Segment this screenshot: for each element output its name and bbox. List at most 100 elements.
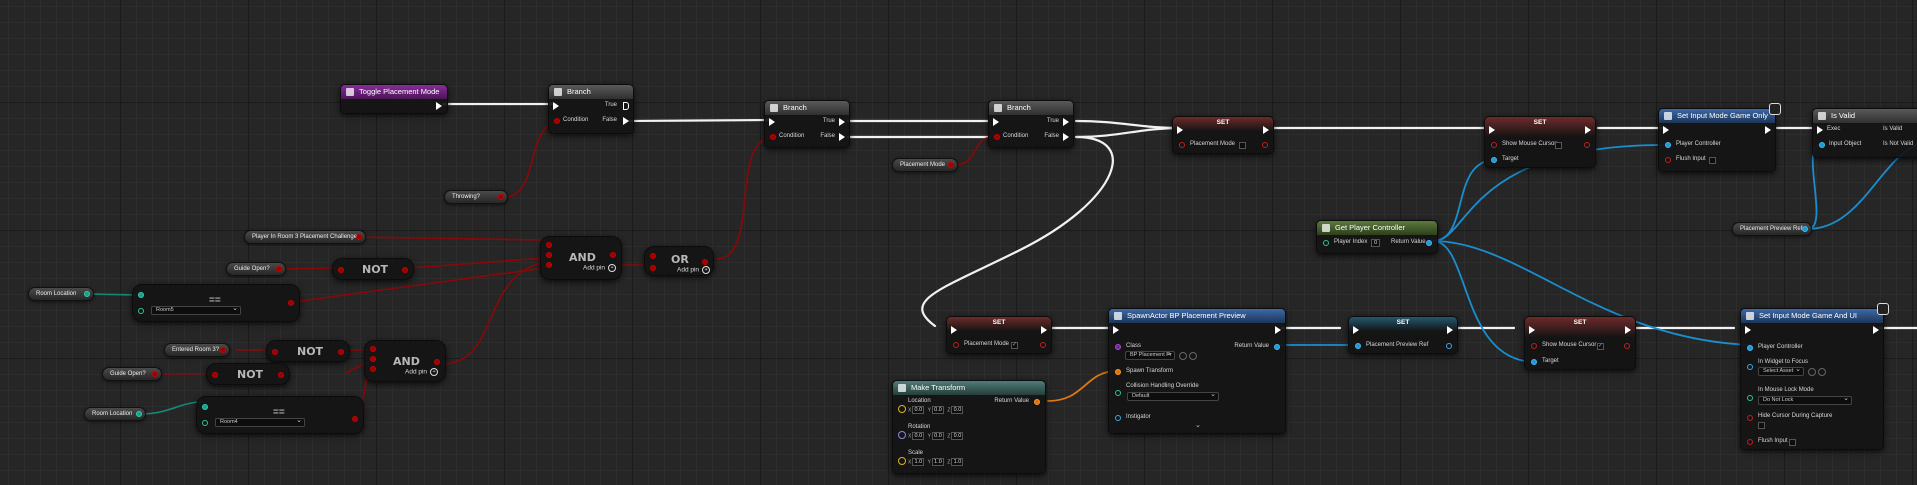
not-node-2[interactable]: NOT [266,340,350,362]
browse-icon[interactable] [1808,368,1816,376]
widget-focus-pin[interactable] [1747,364,1753,370]
var-placement-preview-ref[interactable]: Placement Preview Ref [1732,222,1812,236]
browse-icon[interactable] [1179,352,1187,360]
placement-mode-out-pin[interactable] [1262,142,1268,148]
exec-in-pin[interactable] [1745,326,1751,334]
exec-out-pin[interactable] [1873,326,1879,334]
rotation-pin[interactable] [898,431,906,439]
input-pin-a[interactable] [650,253,656,259]
player-index-field[interactable]: 0 [1371,239,1380,247]
var-out-pin[interactable] [498,194,504,200]
widget-focus-dropdown[interactable]: Select Asset [1758,366,1804,376]
var-out-pin[interactable] [152,371,158,377]
player-controller-pin[interactable] [1665,142,1671,148]
var-out-pin[interactable] [948,162,954,168]
var-room-location-1[interactable]: Room Location [28,287,94,301]
add-pin-button[interactable]: Add pin + [677,266,711,274]
return-value-pin[interactable] [1274,344,1280,350]
exec-out-pin[interactable] [1263,126,1269,134]
input-pin-a[interactable] [546,242,552,248]
preview-ref-out-pin[interactable] [1446,343,1452,349]
input-pin-a[interactable] [370,346,376,352]
hide-cursor-checkbox[interactable] [1758,422,1765,429]
scale-pin[interactable] [898,457,906,465]
player-controller-pin[interactable] [1747,345,1753,351]
target-pin[interactable] [1491,157,1497,163]
set-input-mode-game-and-ui-node[interactable]: Set Input Mode Game And UI Player Contro… [1740,303,1889,450]
exec-in-pin[interactable] [1529,326,1535,334]
exec-in-pin[interactable] [1177,126,1183,134]
exec-in-pin[interactable] [1353,326,1359,334]
show-mouse-cursor-pin[interactable] [1491,142,1497,148]
equal-node-2[interactable]: == Room4 [196,396,364,434]
input-object-pin[interactable] [1819,142,1825,148]
var-out-pin[interactable] [220,347,226,353]
input-b-pin[interactable] [202,420,208,426]
var-out-pin[interactable] [84,291,90,297]
input-b-pin[interactable] [138,308,144,314]
mouse-lock-pin[interactable] [1747,395,1753,401]
set-show-mouse-cursor-node-2[interactable]: SET Show Mouse Cursor ✓ Target [1524,316,1636,370]
flush-input-checkbox[interactable] [1709,157,1716,164]
set-show-mouse-cursor-node-1[interactable]: SET Show Mouse Cursor Target [1484,116,1596,168]
input-pin-b[interactable] [546,252,552,258]
var-guide-open-2[interactable]: Guide Open? [102,367,162,381]
var-room-location-2[interactable]: Room Location [84,407,146,421]
toggle-placement-mode-event[interactable]: Toggle Placement Mode [340,84,448,114]
location-z-field[interactable]: 0.0 [951,406,964,414]
or-node[interactable]: OR Add pin + [644,246,714,276]
var-throwing[interactable]: Throwing? [444,190,508,204]
true-exec-pin[interactable] [1063,118,1069,126]
false-exec-pin[interactable] [1063,133,1069,141]
scale-x-field[interactable]: 1.0 [912,458,925,466]
output-pin[interactable] [338,349,344,355]
branch-node-3[interactable]: Branch Condition True False [988,100,1074,148]
exec-out-pin[interactable] [436,102,442,110]
exec-in-pin[interactable] [1663,126,1669,134]
placement-mode-checkbox[interactable] [1239,142,1246,149]
condition-pin[interactable] [994,134,1000,140]
not-node-3[interactable]: NOT [206,363,290,385]
show-mouse-cursor-pin[interactable] [1531,343,1537,349]
exec-in-pin[interactable] [1817,126,1823,134]
var-player-in-room[interactable]: Player In Room 3 Placement Challenge [244,230,366,244]
output-pin[interactable] [434,359,440,365]
not-node-1[interactable]: NOT [332,258,414,280]
output-pin[interactable] [402,267,408,273]
condition-pin[interactable] [770,134,776,140]
exec-in-pin[interactable] [1489,126,1495,134]
input-pin-c[interactable] [370,366,376,372]
true-exec-pin[interactable] [839,118,845,126]
branch-node-2[interactable]: Branch Condition True False [764,100,850,148]
false-exec-pin[interactable] [623,117,629,125]
location-pin[interactable] [898,405,906,413]
exec-out-pin[interactable] [1585,126,1591,134]
exec-in-pin[interactable] [1113,326,1119,334]
and-node-1[interactable]: AND Add pin + [540,236,622,280]
hide-cursor-pin[interactable] [1747,415,1753,421]
set-input-mode-game-only-node[interactable]: Set Input Mode Game Only Player Controll… [1658,103,1781,172]
exec-out-pin[interactable] [1041,326,1047,334]
show-mouse-cursor-out-pin[interactable] [1584,142,1590,148]
add-pin-button[interactable]: Add pin + [405,368,439,376]
spawn-actor-node[interactable]: SpawnActor BP Placement Preview Class BP… [1108,308,1286,434]
exec-in-pin[interactable] [951,326,957,334]
branch-node-1[interactable]: Branch Condition True False [548,84,634,134]
input-pin-b[interactable] [650,265,656,271]
true-exec-pin[interactable] [623,102,629,110]
exec-out-pin[interactable] [1625,326,1631,334]
output-pin[interactable] [288,300,294,306]
set-placement-preview-ref-node[interactable]: SET Placement Preview Ref [1348,316,1458,354]
show-mouse-cursor-checkbox[interactable] [1555,142,1562,149]
expand-icon[interactable]: ⌄ [1195,421,1201,429]
var-placement-mode[interactable]: Placement Mode [892,158,958,172]
rotation-z-field[interactable]: 0.0 [951,432,964,440]
instigator-pin[interactable] [1115,415,1121,421]
var-out-pin[interactable] [276,266,282,272]
output-pin[interactable] [352,416,358,422]
input-pin[interactable] [212,372,218,378]
show-mouse-cursor-checkbox[interactable]: ✓ [1597,343,1604,350]
placement-mode-checkbox[interactable]: ✓ [1011,342,1018,349]
exec-in-pin[interactable] [553,102,559,110]
exec-in-pin[interactable] [993,118,999,126]
